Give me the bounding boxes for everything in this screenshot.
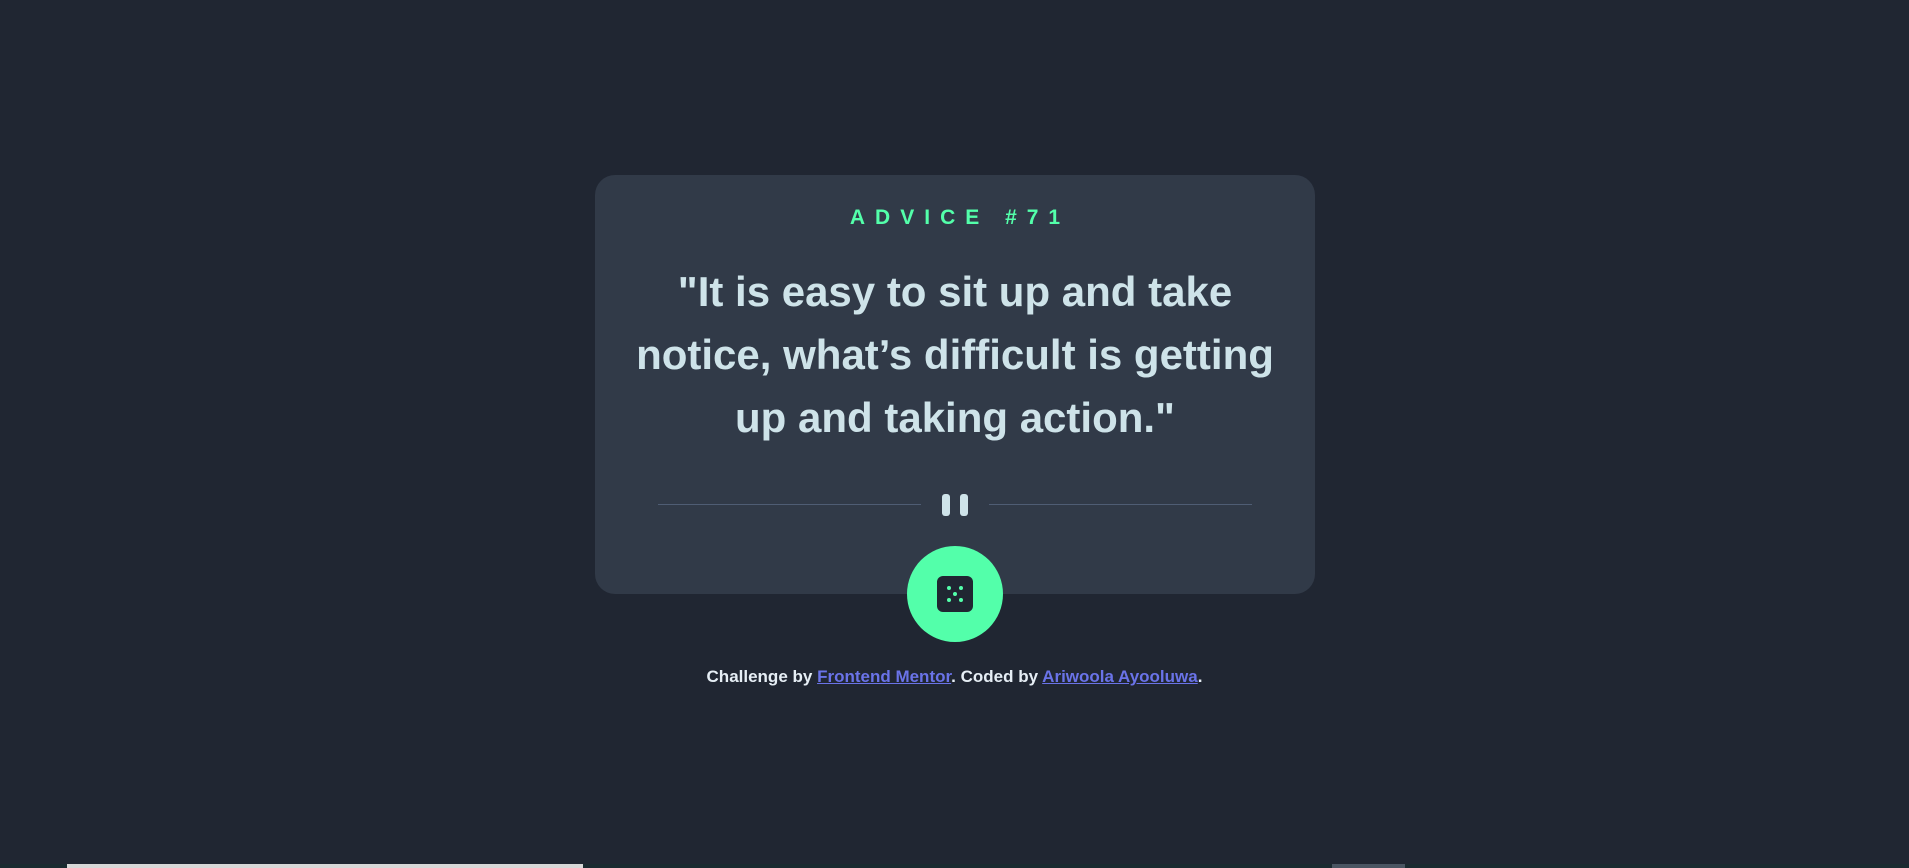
dice-icon [937, 576, 973, 612]
attribution-middle: . Coded by [951, 667, 1043, 686]
page: ADVICE #71 "It is easy to sit up and tak… [0, 0, 1909, 868]
pause-icon [941, 494, 969, 516]
attribution-prefix: Challenge by [706, 667, 818, 686]
bottom-strip-segment [67, 864, 583, 868]
attribution: Challenge by Frontend Mentor. Coded by A… [0, 667, 1909, 687]
divider-line-right [989, 504, 1252, 505]
divider-line-left [658, 504, 921, 505]
advice-quote: "It is easy to sit up and take notice, w… [636, 268, 1274, 441]
attribution-suffix: . [1197, 667, 1203, 686]
frontend-mentor-link[interactable]: Frontend Mentor [817, 667, 951, 686]
author-link[interactable]: Ariwoola Ayooluwa [1042, 667, 1198, 686]
bottom-strip-segment [1332, 864, 1405, 868]
advice-number: ADVICE #71 [849, 206, 1071, 229]
divider [658, 490, 1252, 520]
advice-card: ADVICE #71 "It is easy to sit up and tak… [595, 175, 1315, 594]
bottom-strip [0, 864, 1909, 868]
new-advice-button[interactable] [907, 546, 1003, 642]
